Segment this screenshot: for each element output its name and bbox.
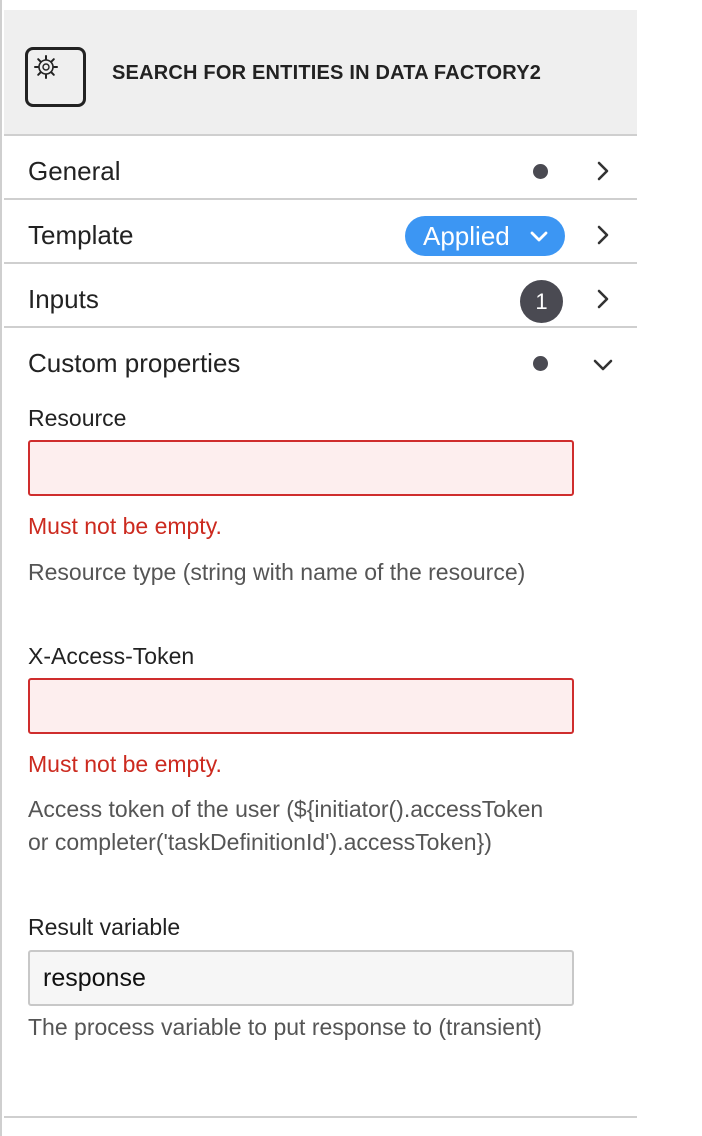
- group-general-indicator: [533, 164, 548, 179]
- panel-header: SEARCH FOR ENTITIES IN DATA FACTORY2: [4, 10, 637, 136]
- resource-label: Resource: [28, 405, 127, 431]
- result-variable-description: The process variable to put response to …: [28, 1014, 542, 1040]
- access-token-label: X-Access-Token: [28, 643, 195, 669]
- properties-panel: SEARCH FOR ENTITIES IN DATA FACTORY2 Gen…: [0, 0, 637, 1136]
- group-general[interactable]: General: [4, 138, 637, 200]
- group-inputs[interactable]: Inputs 1: [4, 266, 637, 328]
- resource-description: Resource type (string with name of the r…: [28, 559, 526, 585]
- applied-badge-label: Applied: [423, 221, 510, 251]
- group-template-label: Template: [28, 220, 134, 250]
- group-inputs-label: Inputs: [28, 284, 99, 314]
- group-template[interactable]: Template Applied: [4, 202, 637, 264]
- group-divider: [4, 1116, 637, 1118]
- group-custom-properties-indicator: [533, 356, 548, 371]
- resource-input[interactable]: [28, 440, 574, 496]
- resource-error: Must not be empty.: [28, 513, 222, 539]
- access-token-description: Access token of the user (${initiator().…: [28, 796, 544, 855]
- element-title: SEARCH FOR ENTITIES IN DATA FACTORY2: [112, 62, 542, 84]
- gear-icon: [34, 55, 58, 79]
- group-custom-properties-label: Custom properties: [28, 348, 241, 378]
- access-token-error: Must not be empty.: [28, 751, 222, 777]
- chevron-down-icon[interactable]: [592, 358, 614, 372]
- inputs-count-badge: 1: [520, 280, 563, 323]
- chevron-right-icon[interactable]: [596, 288, 610, 310]
- chevron-down-icon: [530, 231, 548, 242]
- chevron-right-icon[interactable]: [596, 160, 610, 182]
- group-general-label: General: [28, 156, 121, 186]
- chevron-right-icon[interactable]: [596, 224, 610, 246]
- access-token-input[interactable]: [28, 678, 574, 734]
- result-variable-input[interactable]: [28, 950, 574, 1006]
- template-applied-dropdown[interactable]: Applied: [405, 216, 565, 256]
- result-variable-label: Result variable: [28, 914, 181, 940]
- service-task-icon: [25, 47, 86, 107]
- group-custom-properties[interactable]: Custom properties: [4, 330, 637, 392]
